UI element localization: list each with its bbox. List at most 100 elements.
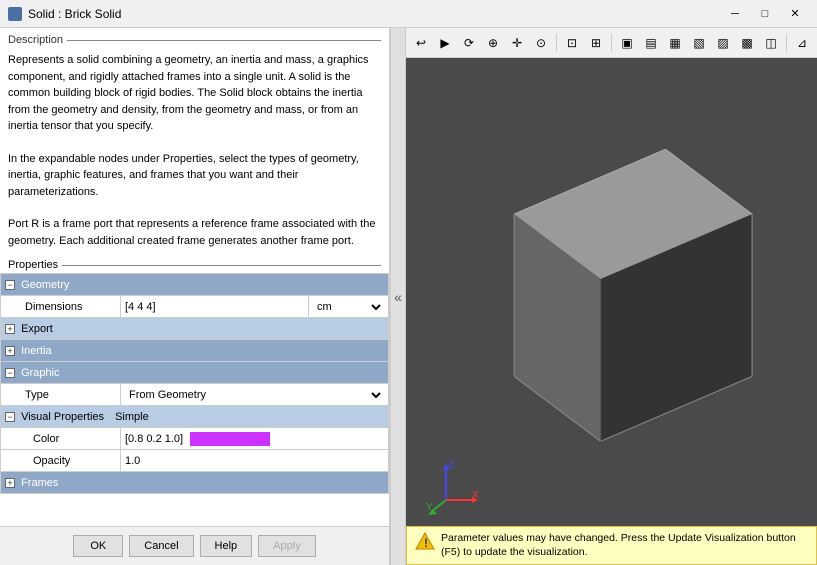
inertia-group-cell: + Inertia xyxy=(1,340,389,362)
collapse-icon: « xyxy=(394,289,402,305)
svg-text:Z: Z xyxy=(448,460,454,471)
dimensions-value-cell xyxy=(121,296,309,318)
color-label: Color xyxy=(1,428,121,450)
opacity-label: Opacity xyxy=(1,450,121,472)
title-bar-controls: ─ □ ✕ xyxy=(721,3,809,25)
type-row: Type From Geometry xyxy=(1,384,389,406)
color-swatch[interactable] xyxy=(190,432,270,446)
frames-label: Frames xyxy=(21,477,58,489)
graphic-group-row: − Graphic xyxy=(1,362,389,384)
toolbar-view6-icon[interactable]: ▩ xyxy=(736,32,758,54)
geometry-group-cell: − Geometry xyxy=(1,274,389,296)
svg-text:Y: Y xyxy=(426,502,433,513)
ok-button[interactable]: OK xyxy=(73,535,123,557)
frames-group-row: + Frames xyxy=(1,472,389,494)
toolbar-arrow-icon[interactable]: ↩ xyxy=(410,32,432,54)
bottom-bar: OK Cancel Help Apply xyxy=(0,526,389,565)
minimize-button[interactable]: ─ xyxy=(721,3,749,25)
properties-heading: Properties xyxy=(8,259,58,271)
dimensions-row: Dimensions cm m mm xyxy=(1,296,389,318)
properties-section: Properties − Geometry Dimensions xyxy=(0,257,389,526)
help-button[interactable]: Help xyxy=(200,535,253,557)
visual-props-value: Simple xyxy=(115,411,149,423)
toolbar-pan-icon[interactable]: ✛ xyxy=(506,32,528,54)
color-value-cell: [0.8 0.2 1.0] xyxy=(121,428,389,450)
description-section: Description Represents a solid combining… xyxy=(0,28,389,257)
graphic-expand-icon[interactable]: − xyxy=(5,368,15,378)
description-para-3: Port R is a frame port that represents a… xyxy=(8,214,381,251)
axis-widget: Z X Y xyxy=(426,460,476,510)
type-value-cell: From Geometry xyxy=(121,384,389,406)
main-container: Description Represents a solid combining… xyxy=(0,28,817,565)
3d-view[interactable]: Z X Y ! Parameter values may have ch xyxy=(406,58,817,565)
close-button[interactable]: ✕ xyxy=(781,3,809,25)
properties-divider-line xyxy=(62,265,381,266)
description-divider: Description xyxy=(8,34,381,46)
description-divider-line xyxy=(67,40,381,41)
toolbar-view4-icon[interactable]: ▧ xyxy=(688,32,710,54)
dimensions-input[interactable] xyxy=(125,301,304,313)
toolbar-sep-2 xyxy=(611,34,612,52)
color-value-text: [0.8 0.2 1.0] xyxy=(125,432,183,444)
type-select[interactable]: From Geometry xyxy=(125,388,384,402)
toolbar-view2-icon[interactable]: ▤ xyxy=(640,32,662,54)
toolbar-orbit-icon[interactable]: ⊕ xyxy=(482,32,504,54)
maximize-button[interactable]: □ xyxy=(751,3,779,25)
svg-text:!: ! xyxy=(424,536,428,550)
visual-properties-row: − Visual Properties Simple xyxy=(1,406,389,428)
toolbar-sep-3 xyxy=(786,34,787,52)
toolbar-view3-icon[interactable]: ▦ xyxy=(664,32,686,54)
dimensions-unit-select[interactable]: cm m mm xyxy=(313,300,384,314)
visual-props-label: Visual Properties xyxy=(21,411,104,423)
frames-expand-icon[interactable]: + xyxy=(5,478,15,488)
opacity-value-cell xyxy=(121,450,389,472)
title-bar-left: Solid : Brick Solid xyxy=(8,7,121,21)
collapse-panel-button[interactable]: « xyxy=(390,28,406,565)
toolbar-fitsel-icon[interactable]: ⊞ xyxy=(585,32,607,54)
toolbar-view5-icon[interactable]: ▨ xyxy=(712,32,734,54)
warning-icon: ! xyxy=(415,531,435,551)
color-row: Color [0.8 0.2 1.0] xyxy=(1,428,389,450)
toolbar-cursor-icon[interactable]: ▶ xyxy=(434,32,456,54)
opacity-row: Opacity xyxy=(1,450,389,472)
graphic-group-cell: − Graphic xyxy=(1,362,389,384)
properties-table: − Geometry Dimensions cm m mm xyxy=(0,273,389,494)
visual-props-expand-icon[interactable]: − xyxy=(5,412,15,422)
toolbar-extra-icon[interactable]: ⊿ xyxy=(791,32,813,54)
toolbar-view1-icon[interactable]: ▣ xyxy=(616,32,638,54)
toolbar-sep-1 xyxy=(556,34,557,52)
description-para-2: In the expandable nodes under Properties… xyxy=(8,149,381,203)
graphic-label: Graphic xyxy=(21,367,60,379)
export-cell: + Export xyxy=(1,318,389,340)
dimensions-unit-cell: cm m mm xyxy=(309,296,389,318)
inertia-expand-icon[interactable]: + xyxy=(5,346,15,356)
notification-text: Parameter values may have changed. Press… xyxy=(441,531,808,560)
left-panel: Description Represents a solid combining… xyxy=(0,28,390,565)
apply-button[interactable]: Apply xyxy=(258,535,316,557)
geometry-group-row: − Geometry xyxy=(1,274,389,296)
inertia-label: Inertia xyxy=(21,345,52,357)
export-label: Export xyxy=(21,323,53,335)
inertia-group-row: + Inertia xyxy=(1,340,389,362)
notification-bar: ! Parameter values may have changed. Pre… xyxy=(406,526,817,565)
opacity-input[interactable] xyxy=(125,455,384,467)
window-title: Solid : Brick Solid xyxy=(28,7,121,21)
app-icon xyxy=(8,7,22,21)
dimensions-label: Dimensions xyxy=(1,296,121,318)
export-row: + Export xyxy=(1,318,389,340)
cancel-button[interactable]: Cancel xyxy=(129,535,193,557)
description-para-1: Represents a solid combining a geometry,… xyxy=(8,50,381,137)
toolbar-rotate-icon[interactable]: ⟳ xyxy=(458,32,480,54)
properties-header: Properties xyxy=(0,257,389,273)
visual-properties-cell: − Visual Properties Simple xyxy=(1,406,389,428)
description-heading: Description xyxy=(8,34,63,46)
frames-group-cell: + Frames xyxy=(1,472,389,494)
export-expand-icon[interactable]: + xyxy=(5,324,15,334)
svg-text:X: X xyxy=(472,490,479,501)
geometry-label: Geometry xyxy=(21,279,69,291)
geometry-expand-icon[interactable]: − xyxy=(5,280,15,290)
toolbar-fitall-icon[interactable]: ⊡ xyxy=(561,32,583,54)
toolbar-view7-icon[interactable]: ◫ xyxy=(760,32,782,54)
toolbar: ↩ ▶ ⟳ ⊕ ✛ ⊙ ⊡ ⊞ ▣ ▤ ▦ ▧ ▨ ▩ ◫ ⊿ xyxy=(406,28,817,58)
toolbar-zoom-icon[interactable]: ⊙ xyxy=(530,32,552,54)
